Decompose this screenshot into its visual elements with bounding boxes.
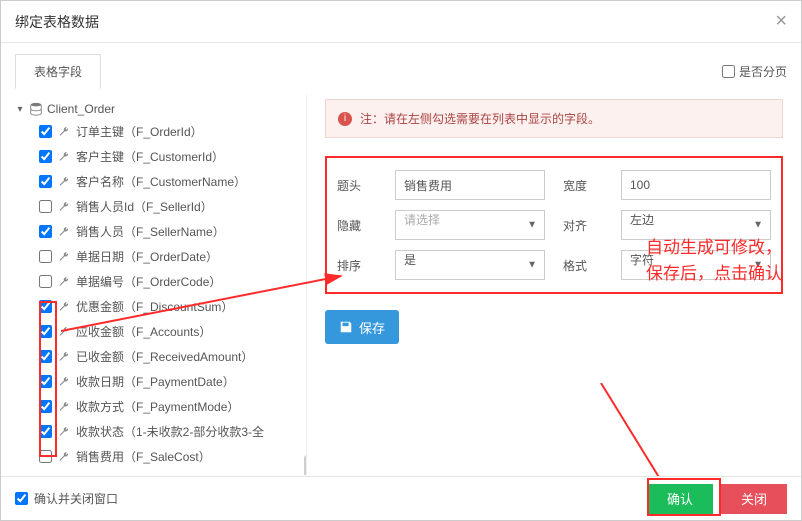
wrench-icon xyxy=(58,251,70,263)
tree-item-checkbox[interactable] xyxy=(39,200,52,213)
tree-item[interactable]: 销售人员（F_SellerName） xyxy=(39,219,300,244)
input-title[interactable] xyxy=(395,170,545,200)
tree-item-checkbox[interactable] xyxy=(39,300,52,313)
label-title: 题头 xyxy=(337,177,377,194)
tree-item-checkbox[interactable] xyxy=(39,325,52,338)
tree-item[interactable]: 客户名称（F_CustomerName） xyxy=(39,169,300,194)
save-icon xyxy=(339,320,353,334)
tree-root-node[interactable]: ▾ Client_Order xyxy=(15,99,300,119)
label-format: 格式 xyxy=(563,257,603,274)
tree-item-label: 收款日期（F_PaymentDate） xyxy=(76,373,235,390)
tree-item-label: 销售人员（F_SellerName） xyxy=(76,223,225,240)
save-label: 保存 xyxy=(359,318,385,337)
tree-item-label: 订单主键（F_OrderId） xyxy=(76,123,203,140)
tree-item-label: 单据日期（F_OrderDate） xyxy=(76,248,218,265)
field-tree-panel: ▾ Client_Order 订单主键（F_OrderId） 客户主键（F_Cus… xyxy=(15,95,307,475)
tree-item-checkbox[interactable] xyxy=(39,175,52,188)
tree-item-checkbox[interactable] xyxy=(39,425,52,438)
tree-item-checkbox[interactable] xyxy=(39,350,52,363)
wrench-icon xyxy=(58,126,70,138)
tree-item[interactable]: 客户主键（F_CustomerId） xyxy=(39,144,300,169)
close-icon[interactable]: × xyxy=(775,10,787,33)
wrench-icon xyxy=(58,376,70,388)
tree-item[interactable]: 单据日期（F_OrderDate） xyxy=(39,244,300,269)
tree-item-checkbox[interactable] xyxy=(39,275,52,288)
tabs: 表格字段 xyxy=(15,53,101,89)
scrollbar-thumb[interactable] xyxy=(304,455,307,475)
wrench-icon xyxy=(58,351,70,363)
pagination-label: 是否分页 xyxy=(739,63,787,80)
tree-item[interactable]: 收款方式（F_PaymentMode） xyxy=(39,394,300,419)
tree-item-label: 收款方式（F_PaymentMode） xyxy=(76,398,239,415)
wrench-icon xyxy=(58,201,70,213)
tree-item-label: 应收金额（F_Accounts） xyxy=(76,323,211,340)
select-format[interactable]: 字符 xyxy=(621,250,771,280)
tree-item[interactable]: 收款日期（F_PaymentDate） xyxy=(39,369,300,394)
pagination-toggle[interactable]: 是否分页 xyxy=(722,63,787,80)
label-width: 宽度 xyxy=(563,177,603,194)
wrench-icon xyxy=(58,276,70,288)
tree-item[interactable]: 销售人员Id（F_SellerId） xyxy=(39,194,300,219)
collapse-icon[interactable]: ▾ xyxy=(15,104,25,114)
select-align[interactable]: 左边 xyxy=(621,210,771,240)
tree-item-checkbox[interactable] xyxy=(39,150,52,163)
select-hide[interactable]: 请选择 xyxy=(395,210,545,240)
tree-item-checkbox[interactable] xyxy=(39,250,52,263)
modal-title: 绑定表格数据 xyxy=(15,12,99,32)
wrench-icon xyxy=(58,226,70,238)
form-panel: i 注：请在左侧勾选需要在列表中显示的字段。 题头 宽度 隐藏 请选择 ▼ xyxy=(325,95,787,475)
wrench-icon xyxy=(58,176,70,188)
tree-item-checkbox[interactable] xyxy=(39,450,52,463)
tree-item[interactable]: 订单主键（F_OrderId） xyxy=(39,119,300,144)
tree-item-label: 收款状态（1-未收款2-部分收款3-全 xyxy=(76,423,264,440)
tree-item-label: 客户主键（F_CustomerId） xyxy=(76,148,224,165)
tree-item-checkbox[interactable] xyxy=(39,225,52,238)
wrench-icon xyxy=(58,151,70,163)
confirm-close-toggle[interactable]: 确认并关闭窗口 xyxy=(15,490,118,507)
pagination-checkbox[interactable] xyxy=(722,65,735,78)
tree-item[interactable]: 销售费用（F_SaleCost） xyxy=(39,444,300,469)
wrench-icon xyxy=(58,451,70,463)
database-icon xyxy=(29,102,43,116)
confirm-button[interactable]: 确认 xyxy=(647,484,713,514)
tree-item[interactable]: 收款状态（1-未收款2-部分收款3-全 xyxy=(39,419,300,444)
wrench-icon xyxy=(58,426,70,438)
info-alert: i 注：请在左侧勾选需要在列表中显示的字段。 xyxy=(325,99,783,138)
tree-item-checkbox[interactable] xyxy=(39,400,52,413)
select-sort[interactable]: 是 xyxy=(395,250,545,280)
alert-text: 注：请在左侧勾选需要在列表中显示的字段。 xyxy=(360,110,600,127)
tree-root-label: Client_Order xyxy=(47,102,115,116)
tree-item-label: 客户名称（F_CustomerName） xyxy=(76,173,246,190)
close-button[interactable]: 关闭 xyxy=(721,484,787,514)
annotation-form-box: 题头 宽度 隐藏 请选择 ▼ 对齐 左边 ▼ xyxy=(325,156,783,294)
tree-item-label: 销售费用（F_SaleCost） xyxy=(76,448,211,465)
input-width[interactable] xyxy=(621,170,771,200)
tree-item[interactable]: 已收金额（F_ReceivedAmount） xyxy=(39,344,300,369)
tree-item-checkbox[interactable] xyxy=(39,375,52,388)
tree-item-checkbox[interactable] xyxy=(39,125,52,138)
save-button[interactable]: 保存 xyxy=(325,310,399,344)
tree-item-label: 优惠金额（F_DiscountSum） xyxy=(76,298,233,315)
tree-item[interactable]: 单据编号（F_OrderCode） xyxy=(39,269,300,294)
label-hide: 隐藏 xyxy=(337,217,377,234)
confirm-close-label: 确认并关闭窗口 xyxy=(34,490,118,507)
tree-item[interactable]: 优惠金额（F_DiscountSum） xyxy=(39,294,300,319)
tab-table-fields[interactable]: 表格字段 xyxy=(15,54,101,89)
tree-item-label: 已收金额（F_ReceivedAmount） xyxy=(76,348,253,365)
tree-item-label: 单据编号（F_OrderCode） xyxy=(76,273,221,290)
tree-item[interactable]: 应收金额（F_Accounts） xyxy=(39,319,300,344)
label-sort: 排序 xyxy=(337,257,377,274)
wrench-icon xyxy=(58,401,70,413)
tree-item-label: 销售人员Id（F_SellerId） xyxy=(76,198,213,215)
wrench-icon xyxy=(58,326,70,338)
label-align: 对齐 xyxy=(563,217,603,234)
info-icon: i xyxy=(338,112,352,126)
confirm-close-checkbox[interactable] xyxy=(15,492,28,505)
wrench-icon xyxy=(58,301,70,313)
